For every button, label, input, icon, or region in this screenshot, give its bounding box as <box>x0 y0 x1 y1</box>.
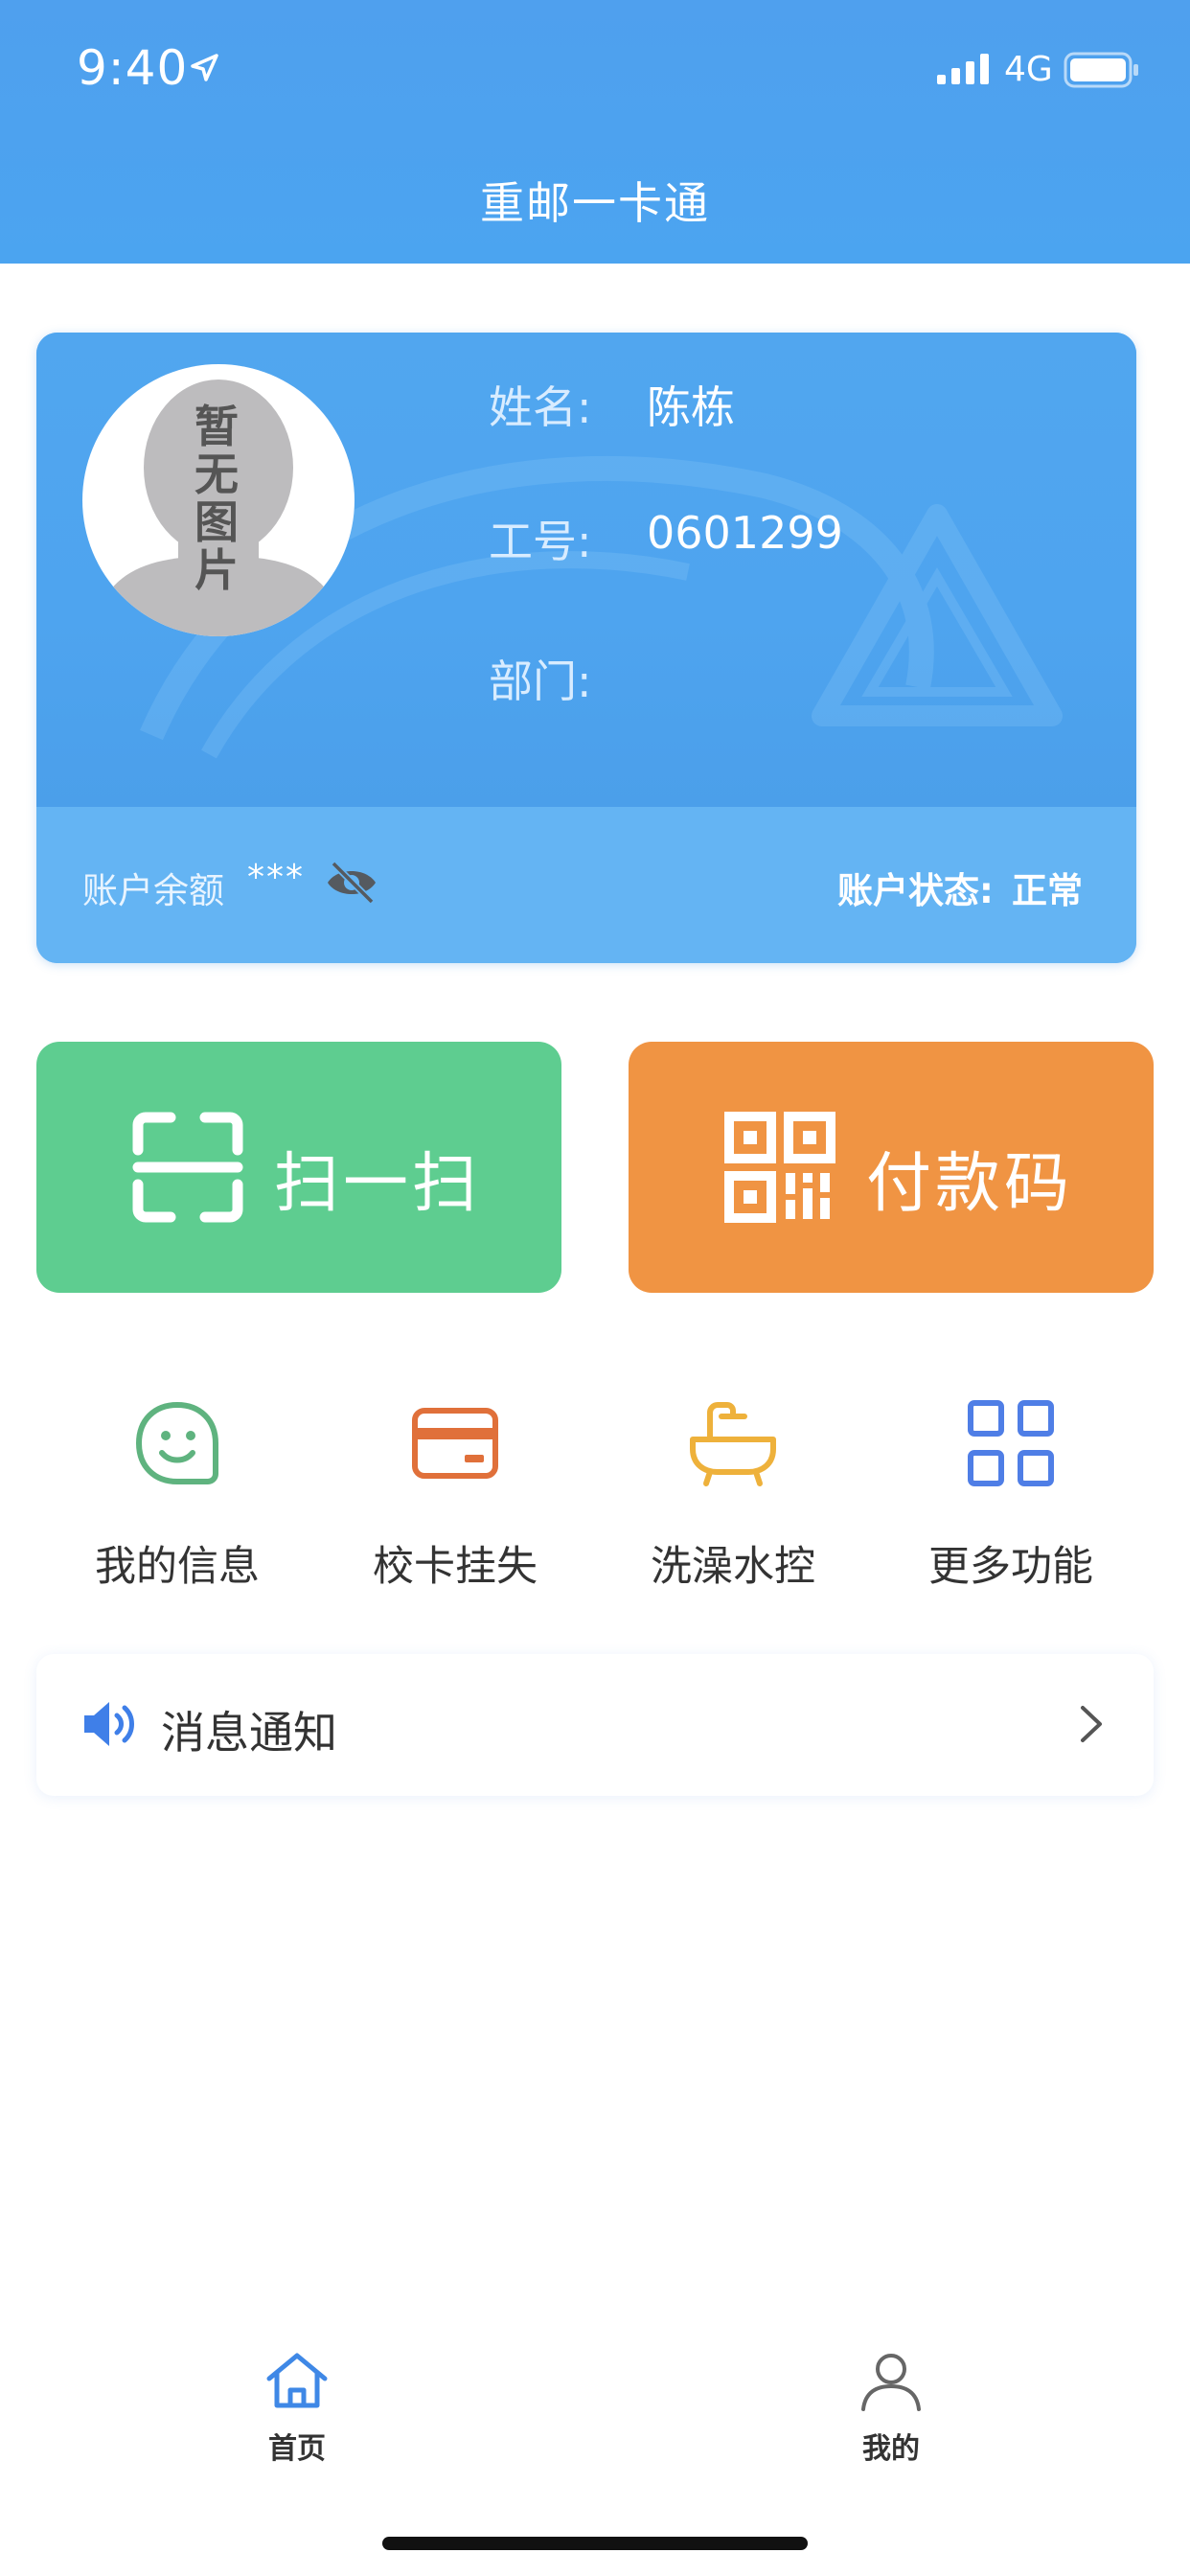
id-label: 工号: <box>489 516 592 567</box>
chevron-right-icon <box>1081 1706 1102 1742</box>
tab-mine-label: 我的 <box>862 2432 920 2466</box>
app-header: 9:40 4G 重邮一卡通 <box>0 0 1190 264</box>
avatar-placeholder-text: 暂无图片 <box>195 401 239 596</box>
home-icon <box>266 2353 328 2408</box>
grid-icon <box>968 1400 1054 1486</box>
tab-mine[interactable]: 我的 <box>795 2350 987 2466</box>
tab-home-label: 首页 <box>268 2432 326 2466</box>
smiley-icon <box>135 1401 218 1484</box>
notification-bar[interactable]: 消息通知 <box>36 1654 1154 1796</box>
home-indicator <box>382 2537 808 2550</box>
account-status-label: 账户状态: <box>837 870 994 911</box>
status-time: 9:40 <box>77 40 189 96</box>
qr-code-icon <box>724 1112 835 1223</box>
eye-hidden-icon[interactable] <box>324 860 379 906</box>
dept-row: 部门: <box>489 647 647 710</box>
payment-code-label: 付款码 <box>866 1146 1074 1222</box>
network-type: 4G <box>1004 50 1053 89</box>
name-row: 姓名: 陈栋 <box>489 373 735 436</box>
name-label: 姓名: <box>489 381 592 433</box>
battery-icon <box>1064 52 1138 88</box>
avatar: 暂无图片 <box>82 364 355 636</box>
bathtub-icon <box>690 1402 776 1486</box>
menu-label-more: 更多功能 <box>928 1543 1093 1591</box>
speaker-icon <box>84 1702 134 1746</box>
menu-item-card-loss[interactable]: 校卡挂失 <box>316 1399 594 1591</box>
menu-item-my-info[interactable]: 我的信息 <box>38 1399 316 1591</box>
tab-home[interactable]: 首页 <box>201 2350 393 2466</box>
balance-label: 账户余额 <box>82 870 224 911</box>
menu-label-card-loss: 校卡挂失 <box>373 1543 538 1591</box>
menu-item-more[interactable]: 更多功能 <box>872 1399 1150 1591</box>
scan-button[interactable]: 扫一扫 <box>36 1042 561 1293</box>
payment-code-button[interactable]: 付款码 <box>629 1042 1154 1293</box>
id-card: 暂无图片 姓名: 陈栋 工号: 0601299 部门: 账户余额 *** 账户状… <box>36 333 1136 963</box>
menu-item-bath-water[interactable]: 洗澡水控 <box>594 1399 872 1591</box>
account-status-value: 正常 <box>1012 870 1083 911</box>
notification-label: 消息通知 <box>161 1707 337 1759</box>
id-row: 工号: 0601299 <box>489 507 843 570</box>
balance-value: *** <box>247 858 305 897</box>
location-arrow-icon <box>191 54 218 81</box>
scan-icon <box>132 1112 243 1223</box>
page-title: 重邮一卡通 <box>480 177 710 229</box>
menu-label-bath-water: 洗澡水控 <box>651 1543 815 1591</box>
user-icon <box>861 2354 921 2411</box>
dept-label: 部门: <box>489 656 592 707</box>
name-value: 陈栋 <box>647 381 735 433</box>
card-icon <box>412 1408 498 1479</box>
signal-icon <box>937 54 989 84</box>
scan-label: 扫一扫 <box>274 1146 482 1222</box>
menu-label-my-info: 我的信息 <box>95 1543 260 1591</box>
id-value: 0601299 <box>647 507 843 559</box>
